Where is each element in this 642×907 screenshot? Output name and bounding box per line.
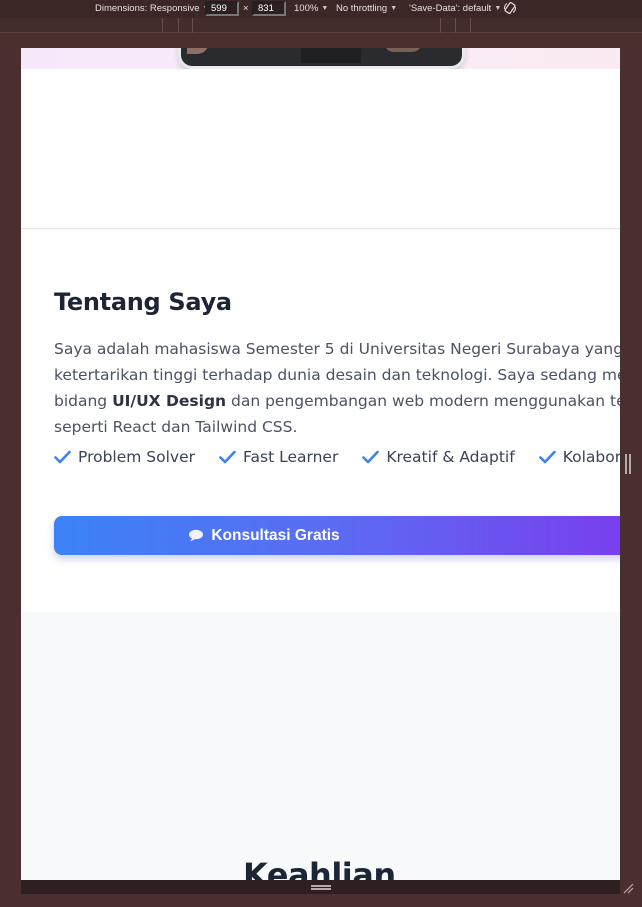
about-line-3: bidang UI/UX Design dan pengembangan web… (54, 392, 620, 410)
check-icon (362, 450, 380, 464)
save-data-dropdown[interactable]: 'Save-Data': default ▼ (409, 3, 501, 14)
about-line-1: Saya adalah mahasiswa Semester 5 di Univ… (54, 340, 620, 358)
chat-bubble-icon (189, 529, 204, 542)
trait-label: Problem Solver (78, 448, 196, 466)
check-icon (54, 450, 71, 464)
profile-photo (178, 48, 465, 69)
about-title: Tentang Saya (54, 288, 232, 316)
save-data-label: 'Save-Data': default (409, 3, 492, 14)
about-section: Tentang Saya Saya adalah mahasiswa Semes… (21, 230, 620, 612)
chevron-down-icon: ▼ (321, 5, 329, 12)
throttling-dropdown[interactable]: No throttling ▼ (336, 3, 397, 14)
dimensions-dropdown[interactable]: Dimensions: Responsive ▼ (95, 3, 209, 14)
zoom-dropdown[interactable]: 100% ▼ (294, 3, 328, 14)
trait-item: Fast Learner (219, 448, 338, 466)
trait-label: Kreatif & Adaptif (386, 448, 515, 466)
check-icon (538, 450, 556, 464)
chevron-down-icon: ▼ (494, 5, 502, 12)
devtools-toolbar: Dimensions: Responsive ▼ × 100% ▼ No thr… (0, 0, 642, 18)
about-description: Saya adalah mahasiswa Semester 5 di Univ… (54, 336, 620, 440)
about-line-2: ketertarikan tinggi terhadap dunia desai… (54, 366, 620, 384)
traits-list: Problem Solver Fast Learner Kreatif & Ad… (54, 448, 620, 466)
resize-handle-right[interactable] (620, 48, 642, 880)
resize-corner-icon[interactable] (622, 882, 634, 894)
resize-grip-icon (625, 454, 631, 474)
throttling-label: No throttling (336, 3, 388, 14)
about-line-4: seperti React dan Tailwind CSS. (54, 418, 298, 436)
trait-label: Fast Learner (243, 448, 339, 466)
height-input[interactable] (252, 1, 286, 16)
trait-label: Kolaboratif (562, 448, 620, 466)
trait-item: Kreatif & Adaptif (362, 448, 515, 466)
trait-item: Kolaboratif (538, 448, 620, 466)
zoom-label: 100% (294, 3, 319, 14)
rotate-icon[interactable] (503, 1, 517, 15)
skills-section (21, 612, 620, 880)
skills-title: Keahlian (243, 856, 396, 880)
resize-grip-icon (311, 885, 331, 890)
times-separator: × (243, 3, 249, 14)
chevron-down-icon: ▼ (390, 5, 398, 12)
consultation-button-label: Konsultasi Gratis (211, 526, 340, 544)
dimensions-label: Dimensions: Responsive (95, 3, 200, 14)
consultation-button[interactable]: Konsultasi Gratis (54, 516, 620, 555)
trait-item: Problem Solver (54, 448, 195, 466)
media-query-ruler (0, 18, 642, 33)
check-icon (219, 450, 236, 464)
width-input[interactable] (205, 1, 239, 16)
resize-handle-bottom[interactable] (21, 880, 620, 894)
page-viewport: Tentang Saya Saya adalah mahasiswa Semes… (21, 48, 620, 880)
uiux-highlight: UI/UX Design (112, 392, 227, 410)
section-spacer (21, 69, 620, 229)
